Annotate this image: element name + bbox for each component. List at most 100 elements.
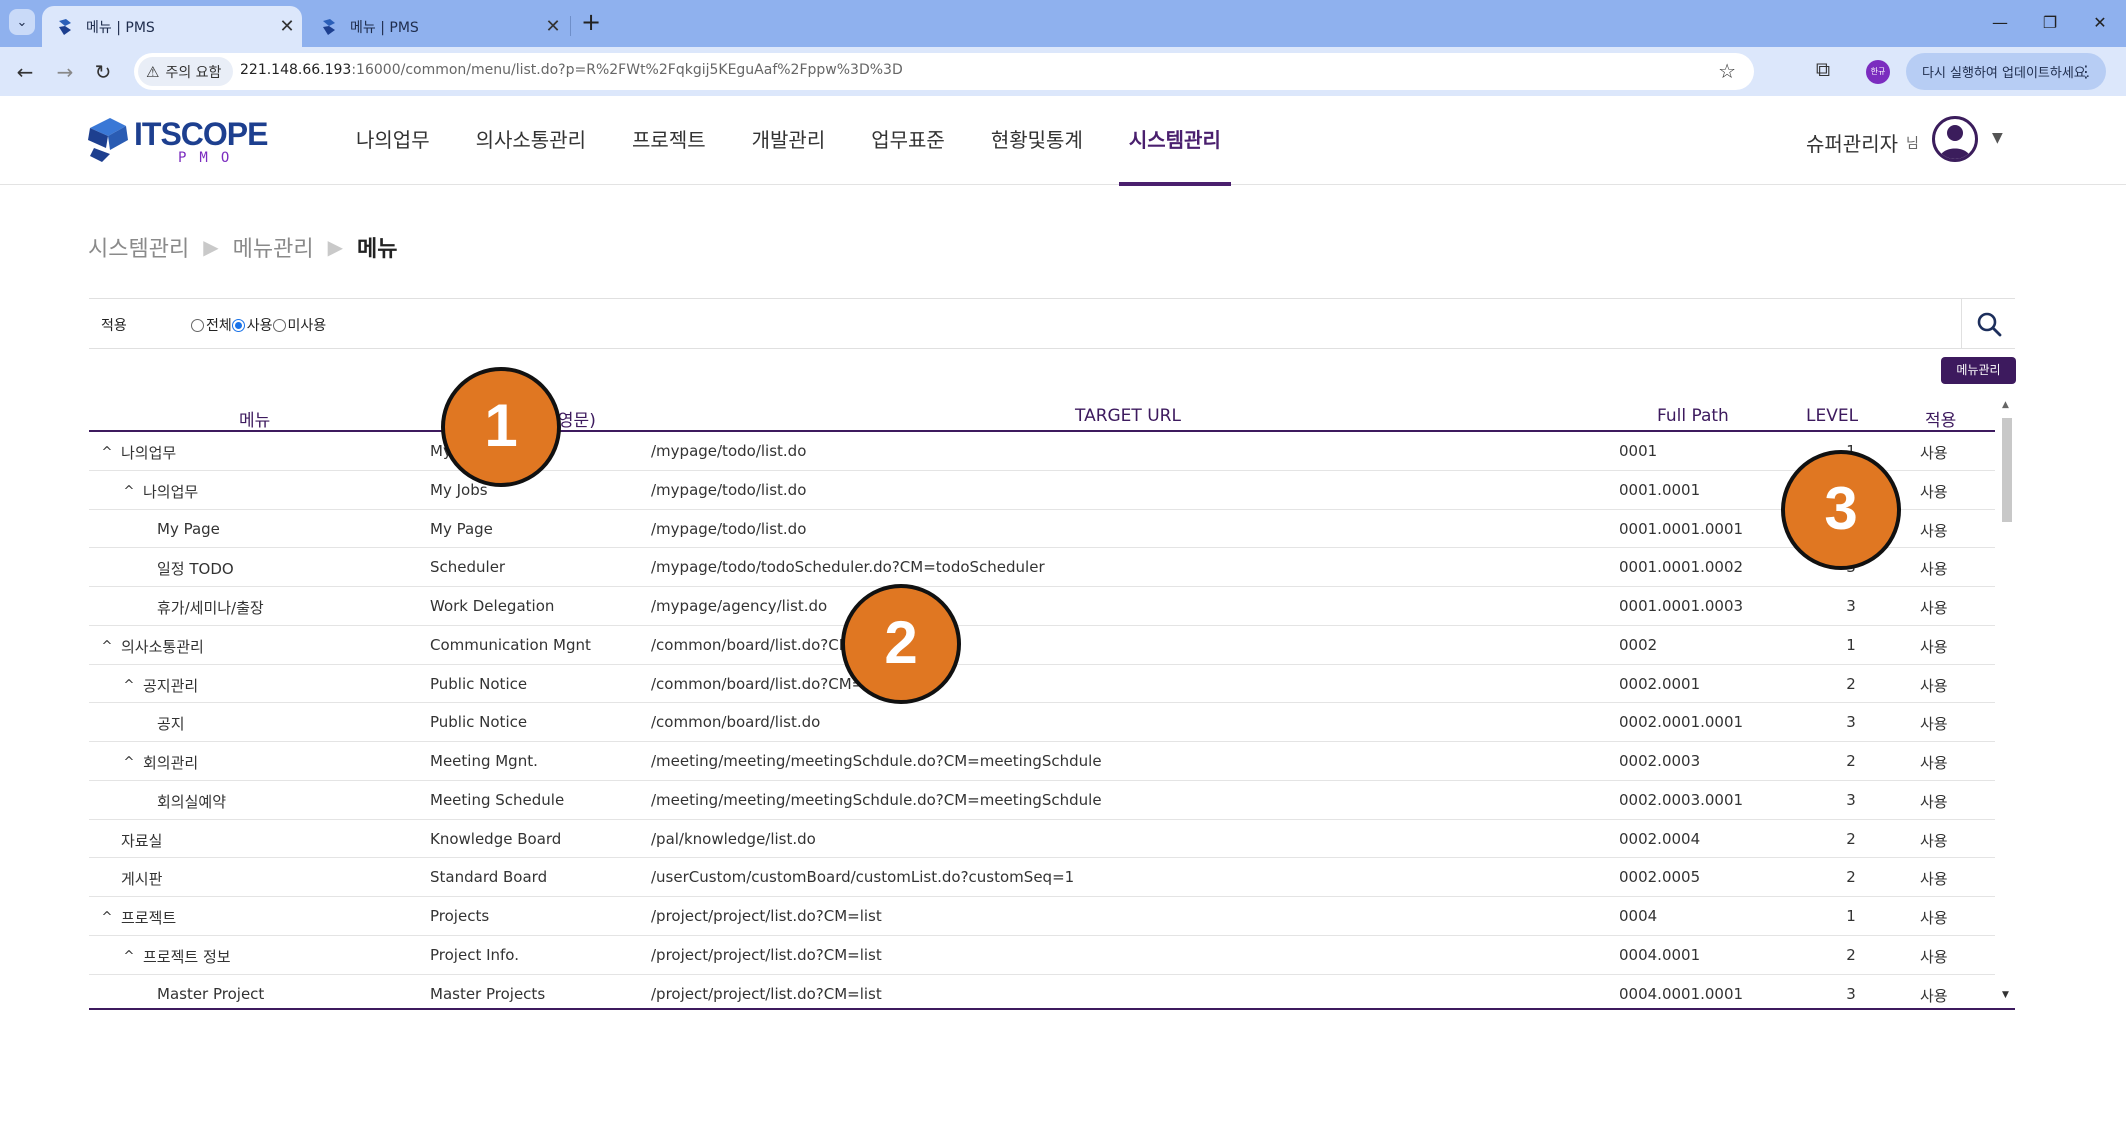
browser-tab-bar: ⌄ 메뉴 | PMS ✕ 메뉴 | PMS ✕ + — ❐ ✕ (0, 0, 2126, 47)
table-row[interactable]: ^ 프로젝트 정보 Project Info. /project/project/li… (89, 936, 1995, 975)
bookmark-star-icon[interactable]: ☆ (1718, 59, 1736, 83)
full-path-cell: 0002 (1619, 635, 1658, 654)
tab-title: 메뉴 | PMS (350, 19, 419, 36)
table-row[interactable]: 공지 Public Notice/common/board/list.do 0002… (89, 703, 1995, 742)
collapse-chevron-icon[interactable]: ^ (121, 755, 137, 770)
close-window-button[interactable]: ✕ (2080, 8, 2120, 38)
radio-used[interactable]: 사용 (231, 315, 273, 335)
nav-development[interactable]: 개발관리 (752, 96, 826, 185)
full-path-cell: 0001.0001.0002 (1619, 558, 1744, 577)
user-avatar-icon[interactable] (1932, 116, 1978, 162)
nav-system-management[interactable]: 시스템관리 (1118, 96, 1231, 186)
scroll-down-icon[interactable]: ▼ (2002, 990, 2009, 1000)
forward-button[interactable]: → (50, 57, 80, 87)
menu-cell[interactable]: ^ 프로젝트 정보 (121, 946, 231, 967)
update-button[interactable]: 다시 실행하여 업데이트하세요. ⋮ (1906, 53, 2106, 90)
nav-communication[interactable]: 의사소통관리 (476, 96, 586, 185)
itscope-logo[interactable]: ITSCOPE PMO (86, 114, 268, 168)
menu-cell[interactable]: ^ 나의업무 (121, 481, 199, 502)
breadcrumb-item[interactable]: 시스템관리 (88, 231, 189, 263)
tab-search-button[interactable]: ⌄ (9, 9, 35, 35)
table-row[interactable]: 게시판 Standard Board/userCustom/customBoard… (89, 858, 1995, 897)
collapse-chevron-icon[interactable]: ^ (121, 678, 137, 693)
menu-management-button[interactable]: 메뉴관리 (1941, 357, 2016, 384)
search-button[interactable] (1961, 299, 2015, 349)
back-button[interactable]: ← (10, 57, 40, 87)
profile-avatar[interactable]: 한규 (1866, 60, 1890, 84)
browser-tab-active[interactable]: 메뉴 | PMS ✕ (42, 6, 302, 47)
menu-cell[interactable]: 공지 (157, 713, 185, 734)
column-header-full-path[interactable]: Full Path (1657, 406, 1729, 426)
menu-cell[interactable]: ^ 나의업무 (99, 442, 177, 463)
full-path-cell: 0004.0001.0001 (1619, 984, 1744, 1003)
security-chip[interactable]: ⚠ 주의 요함 (138, 57, 234, 86)
collapse-chevron-icon[interactable]: ^ (99, 445, 115, 460)
column-header-menu[interactable]: 메뉴 (239, 406, 270, 431)
table-row[interactable]: 회의실예약 Meeting Schedule/meeting/meeting/me… (89, 781, 1995, 820)
level-cell: 3 (1846, 713, 1856, 732)
minimize-button[interactable]: — (1980, 8, 2020, 38)
extensions-icon[interactable]: ⧉ (1808, 57, 1838, 87)
radio-unused[interactable]: 미사용 (272, 315, 326, 335)
menu-cell[interactable]: 게시판 (121, 868, 162, 889)
radio-circle[interactable] (231, 318, 245, 332)
column-header-level[interactable]: LEVEL (1806, 406, 1858, 426)
menu-english-cell: Knowledge Board (430, 829, 562, 848)
column-header-use[interactable]: 적용 (1925, 406, 1956, 431)
full-path-cell: 0001.0001 (1619, 480, 1701, 499)
more-icon[interactable]: ⋮ (2078, 62, 2094, 81)
collapse-chevron-icon[interactable]: ^ (99, 639, 115, 654)
table-row[interactable]: ^나의업무My Jobs/mypage/todo/list.do00011사용 (89, 432, 1995, 471)
table-row[interactable]: ^ 의사소통관리 Communication Mgnt/common/board/l… (89, 626, 1995, 665)
radio-circle[interactable] (272, 318, 286, 332)
full-path-cell: 0002.0004 (1619, 829, 1701, 848)
table-row[interactable]: 일정 TODO Scheduler/mypage/todo/todoSchedul… (89, 548, 1995, 587)
collapse-chevron-icon[interactable]: ^ (121, 949, 137, 964)
menu-cell[interactable]: 일정 TODO (157, 558, 234, 579)
url-text[interactable]: 221.148.66.193:16000/common/menu/list.do… (240, 62, 903, 78)
menu-cell[interactable]: 회의실예약 (157, 791, 226, 812)
table-row[interactable]: 휴가/세미나/출장 Work Delegation/mypage/agency/l… (89, 587, 1995, 626)
menu-cell[interactable]: ^ 회의관리 (121, 752, 199, 773)
table-row[interactable]: ^ 프로젝트 Projects/project/project/list.do?CM… (89, 897, 1995, 936)
table-row[interactable]: Master Project Master Projects/project/pr… (89, 975, 1995, 1009)
menu-cell[interactable]: ^ 프로젝트 (99, 907, 177, 928)
table-row[interactable]: My Page My Page/mypage/todo/list.do 0001.0… (89, 510, 1995, 549)
scroll-up-icon[interactable]: ▲ (2002, 400, 2009, 410)
new-tab-button[interactable]: + (576, 8, 606, 38)
address-bar[interactable]: ⚠ 주의 요함 221.148.66.193:16000/common/menu… (134, 53, 1754, 90)
reload-button[interactable]: ↻ (88, 57, 118, 87)
menu-cell[interactable]: ^ 공지관리 (121, 675, 199, 696)
browser-tab[interactable]: 메뉴 | PMS ✕ (306, 6, 568, 47)
breadcrumb-item[interactable]: 메뉴관리 (233, 231, 314, 263)
menu-cell[interactable]: ^ 의사소통관리 (99, 636, 204, 657)
table-row[interactable]: ^ 나의업무 My Jobs/mypage/todo/list.do 0001.000… (89, 471, 1995, 510)
table-row[interactable]: 자료실 Knowledge Board/pal/knowledge/list.do… (89, 820, 1995, 859)
user-suffix: 님 (1906, 136, 1919, 152)
menu-cell[interactable]: My Page (157, 520, 220, 538)
menu-cell[interactable]: Master Project (157, 985, 264, 1003)
breadcrumb-separator-icon: ▶ (203, 235, 219, 259)
level-cell: 1 (1846, 907, 1856, 925)
column-header-target-url[interactable]: TARGET URL (1075, 406, 1181, 426)
table-row[interactable]: ^ 회의관리 Meeting Mgnt. /meeting/meeting/meeti… (89, 742, 1995, 781)
collapse-chevron-icon[interactable]: ^ (99, 910, 115, 925)
radio-all[interactable]: 전체 (191, 315, 232, 335)
collapse-chevron-icon[interactable]: ^ (121, 484, 137, 499)
tab-close-icon[interactable]: ✕ (538, 16, 568, 37)
menu-cell[interactable]: 휴가/세미나/출장 (157, 597, 264, 618)
grid-scrollbar[interactable]: ▲ ▼ (1999, 400, 2013, 1008)
nav-statistics[interactable]: 현황및통계 (991, 96, 1083, 185)
menu-name: My Page (157, 519, 220, 538)
nav-work-standard[interactable]: 업무표준 (871, 96, 945, 185)
app-header: ITSCOPE PMO 나의업무 의사소통관리 프로젝트 개발관리 업무표준 현… (0, 96, 2126, 186)
nav-my-work[interactable]: 나의업무 (356, 96, 430, 185)
restore-button[interactable]: ❐ (2030, 8, 2070, 38)
tab-close-icon[interactable]: ✕ (272, 16, 302, 37)
scrollbar-thumb[interactable] (2002, 418, 2012, 522)
nav-project[interactable]: 프로젝트 (632, 96, 706, 185)
user-menu-caret-icon[interactable]: ▼ (1992, 130, 2003, 146)
table-row[interactable]: ^ 공지관리 Public Notice/common/board/list.do?… (89, 665, 1995, 704)
radio-circle[interactable] (191, 318, 204, 332)
menu-cell[interactable]: 자료실 (121, 830, 162, 851)
